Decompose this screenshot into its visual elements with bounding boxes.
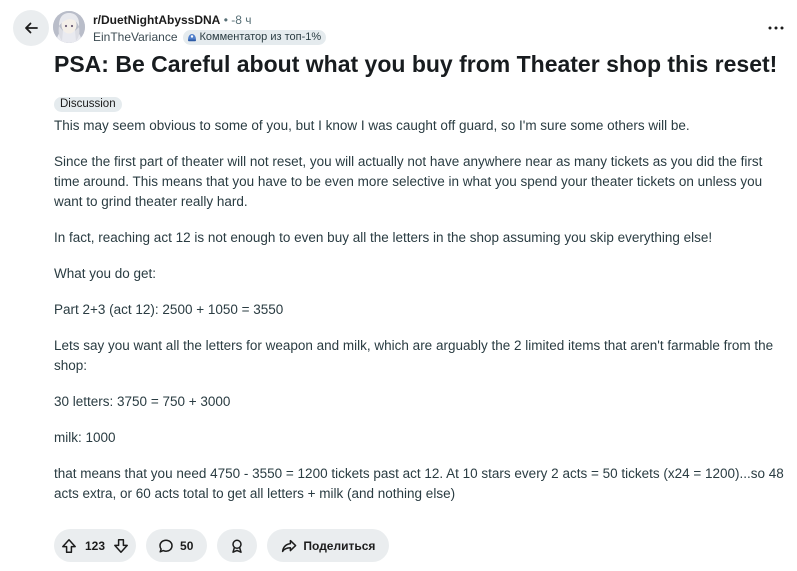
- top-commenter-icon: [187, 32, 197, 42]
- body-paragraph: 30 letters: 3750 = 750 + 3000: [54, 394, 231, 409]
- downvote-arrow-icon[interactable]: [113, 538, 129, 554]
- upvote-arrow-icon[interactable]: [61, 538, 77, 554]
- vote-control: 123: [54, 529, 137, 562]
- body-paragraph: Part 2+3 (act 12): 2500 + 1050 = 3550: [54, 302, 284, 317]
- share-button[interactable]: Поделиться: [267, 529, 390, 562]
- body-paragraph: What you do get:: [54, 266, 157, 281]
- author-line: EinTheVariance Комментатор из топ-1%: [93, 29, 327, 45]
- more-horizontal-icon: [768, 26, 784, 30]
- share-label: Поделиться: [303, 538, 376, 553]
- body-paragraph: Since the first part of theater will not…: [54, 154, 763, 209]
- subreddit-avatar[interactable]: [53, 11, 85, 43]
- vote-count: 123: [85, 538, 106, 553]
- comments-button[interactable]: 50: [146, 529, 208, 562]
- user-flair-label: Комментатор из топ-1%: [199, 31, 322, 43]
- subreddit-link[interactable]: r/DuetNightAbyssDNA: [93, 13, 220, 27]
- post-body: This may seem obvious to some of you, bu…: [54, 116, 789, 520]
- post-title: PSA: Be Careful about what you buy from …: [54, 51, 778, 77]
- post-meta: r/DuetNightAbyssDNA • -8 ч: [93, 12, 251, 28]
- user-flair-badge: Комментатор из топ-1%: [182, 29, 327, 45]
- post-flair-tag[interactable]: Discussion: [54, 97, 122, 112]
- body-paragraph: Lets say you want all the letters for we…: [54, 338, 774, 373]
- back-button[interactable]: [13, 10, 49, 46]
- award-icon: [229, 538, 245, 554]
- body-paragraph: that means that you need 4750 - 3550 = 1…: [54, 466, 784, 501]
- arrow-left-icon: [23, 20, 39, 36]
- post-time: • -8 ч: [223, 13, 252, 27]
- post-actions-bar: 123 50 Поделиться: [54, 529, 390, 562]
- award-button[interactable]: [217, 529, 258, 562]
- body-paragraph: In fact, reaching act 12 is not enough t…: [54, 230, 713, 245]
- body-paragraph: milk: 1000: [54, 430, 116, 445]
- share-arrow-icon: [281, 538, 297, 554]
- author-link[interactable]: EinTheVariance: [93, 30, 178, 44]
- comment-bubble-icon: [158, 538, 174, 554]
- body-paragraph: This may seem obvious to some of you, bu…: [54, 118, 690, 133]
- comment-count: 50: [180, 538, 194, 553]
- more-options-button[interactable]: [763, 15, 789, 41]
